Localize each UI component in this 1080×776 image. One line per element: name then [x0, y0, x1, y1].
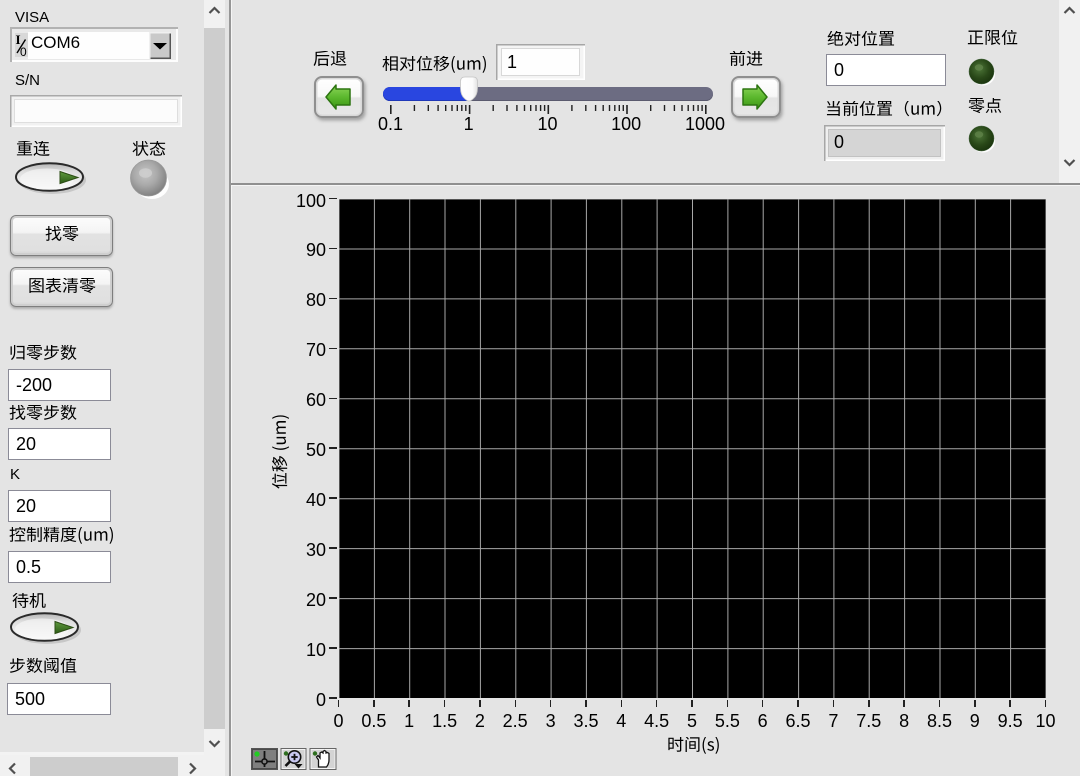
svg-text:0: 0: [20, 45, 27, 58]
